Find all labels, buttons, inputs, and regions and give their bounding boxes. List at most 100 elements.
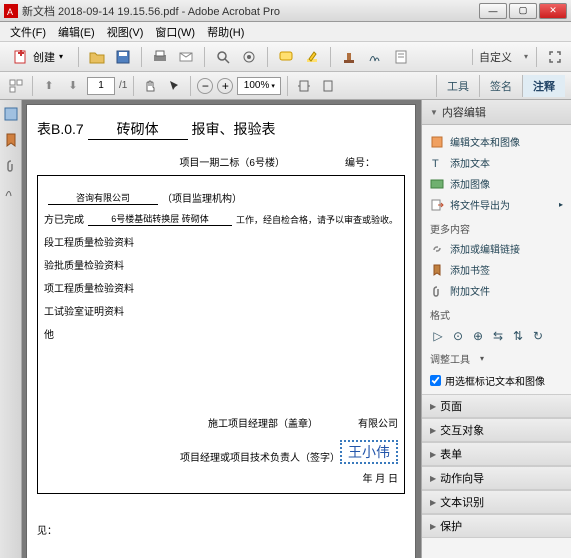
thumbnails-icon [9, 79, 23, 93]
sign-icon [367, 49, 383, 65]
section-content-edit[interactable]: ▼ 内容编辑 [422, 100, 571, 125]
tool-add-link[interactable]: 添加或编辑链接 [430, 238, 563, 259]
folder-icon [89, 49, 105, 65]
more-content-label: 更多内容 [430, 221, 563, 236]
chevron-right-icon: ▶ [430, 498, 436, 507]
bookmark-icon [430, 263, 444, 277]
menubar: 文件(F) 编辑(E) 视图(V) 窗口(W) 帮助(H) [0, 22, 571, 42]
tool-add-text[interactable]: T 添加文本 [430, 152, 563, 173]
fit-width-button[interactable] [294, 76, 314, 96]
thumbnails-button[interactable] [6, 76, 26, 96]
form-title: 表B.0.7 砖砌体 报审、报验表 [37, 119, 405, 140]
create-button[interactable]: 创建 ▾ [6, 46, 70, 68]
mark-checkbox[interactable]: 用选框标记文本和图像 [430, 373, 563, 388]
settings-button[interactable] [239, 47, 259, 67]
fullscreen-button[interactable] [545, 47, 565, 67]
email-button[interactable] [176, 47, 196, 67]
fit-page-button[interactable] [318, 76, 338, 96]
project-label: 项目一期二标（6号楼） [179, 154, 285, 169]
prev-page-button[interactable]: ⬆ [39, 76, 59, 96]
open-button[interactable] [87, 47, 107, 67]
tab-tools[interactable]: 工具 [436, 75, 479, 97]
signature-field[interactable]: 王小伟 [340, 440, 398, 464]
section-interaction[interactable]: ▶交互对象 [422, 418, 571, 442]
sidebar-thumbnails[interactable] [3, 106, 19, 122]
next-page-button[interactable]: ⬇ [63, 76, 83, 96]
stamp-button[interactable] [339, 47, 359, 67]
page-number-input[interactable] [87, 77, 115, 95]
sidebar-attachments[interactable] [3, 158, 19, 174]
format-label: 格式 [430, 307, 563, 322]
flip-v-icon[interactable]: ⇅ [510, 328, 526, 344]
section-action-guide[interactable]: ▶动作向导 [422, 466, 571, 490]
sidebar-bookmarks[interactable] [3, 132, 19, 148]
chevron-down-icon: ▾ [524, 52, 528, 61]
window-title: 新文档 2018-09-14 19.15.56.pdf - Adobe Acro… [22, 3, 479, 19]
section-protect[interactable]: ▶保护 [422, 514, 571, 538]
link-icon [430, 242, 444, 256]
sign-button[interactable] [365, 47, 385, 67]
export-icon [430, 198, 444, 212]
document-area[interactable]: 表B.0.7 砖砌体 报审、报验表 项目一期二标（6号楼） 编号： 咨询有限公司… [22, 100, 421, 558]
fit-page-icon [321, 79, 335, 93]
menu-file[interactable]: 文件(F) [4, 24, 52, 40]
adjust-tool[interactable]: 调整工具 ▾ [430, 348, 563, 369]
print-button[interactable] [150, 47, 170, 67]
zoom-level[interactable]: 100%▾ [237, 77, 281, 95]
tool-add-bookmark[interactable]: 添加书签 [430, 259, 563, 280]
menu-help[interactable]: 帮助(H) [201, 24, 250, 40]
close-button[interactable]: ✕ [539, 3, 567, 19]
tool-add-image[interactable]: 添加图像 [430, 173, 563, 194]
tool-attach-file[interactable]: 附加文件 [430, 280, 563, 301]
chevron-down-icon: ▼ [430, 108, 438, 117]
print-icon [152, 49, 168, 65]
chevron-right-icon: ▶ [430, 474, 436, 483]
align-left-icon[interactable]: ▷ [430, 328, 446, 344]
left-sidebar [0, 100, 22, 558]
pdf-page: 表B.0.7 砖砌体 报审、报验表 项目一期二标（6号楼） 编号： 咨询有限公司… [26, 104, 416, 558]
comment-button[interactable] [276, 47, 296, 67]
page-total: /1 [119, 80, 127, 91]
tab-sign[interactable]: 签名 [479, 75, 522, 97]
attach-icon [430, 284, 444, 298]
format-icons: ▷ ⊙ ⊕ ⇆ ⇅ ↻ [430, 324, 563, 348]
create-icon [13, 49, 29, 65]
menu-view[interactable]: 视图(V) [101, 24, 150, 40]
section-text-recognition[interactable]: ▶文本识别 [422, 490, 571, 514]
form-box: 咨询有限公司 （项目监理机构） 方已完成 6号楼基础转换层 砖砌体 工作，经自检… [37, 175, 405, 494]
zoom-in-button[interactable]: + [217, 78, 233, 94]
tab-comment[interactable]: 注释 [522, 75, 565, 97]
list-item: 工试验室证明资料 [44, 303, 398, 318]
zoom-out-button[interactable]: − [197, 78, 213, 94]
company-field: 咨询有限公司 [48, 191, 158, 205]
hand-tool-button[interactable] [140, 76, 160, 96]
sidebar-signatures[interactable] [3, 184, 19, 200]
maximize-button[interactable]: ▢ [509, 3, 537, 19]
align-right-icon[interactable]: ⊕ [470, 328, 486, 344]
flip-h-icon[interactable]: ⇆ [490, 328, 506, 344]
opinion-label: 见： [37, 522, 405, 537]
highlight-button[interactable] [302, 47, 322, 67]
checkbox-input[interactable] [430, 375, 441, 386]
menu-window[interactable]: 窗口(W) [149, 24, 201, 40]
svg-text:T: T [432, 158, 439, 170]
tool-export-file[interactable]: 将文件导出为 ▸ [430, 194, 563, 215]
right-panel: ▼ 内容编辑 编辑文本和图像 T 添加文本 添加图像 将文件导出为 ▸ 更多内容 [421, 100, 571, 558]
section-page[interactable]: ▶页面 [422, 394, 571, 418]
menu-edit[interactable]: 编辑(E) [52, 24, 101, 40]
cursor-icon [167, 79, 181, 93]
rotate-icon[interactable]: ↻ [530, 328, 546, 344]
main-toolbar: 创建 ▾ 自定义 ▾ [0, 42, 571, 72]
list-item: 段工程质量检验资料 [44, 234, 398, 249]
work-content-field: 6号楼基础转换层 砖砌体 [88, 212, 232, 226]
tool-edit-text-image[interactable]: 编辑文本和图像 [430, 131, 563, 152]
section-form[interactable]: ▶表单 [422, 442, 571, 466]
customize-button[interactable]: 自定义 [472, 49, 518, 65]
search-button[interactable] [213, 47, 233, 67]
select-tool-button[interactable] [164, 76, 184, 96]
save-button[interactable] [113, 47, 133, 67]
minimize-button[interactable]: — [479, 3, 507, 19]
date-field: 年 月 日 [44, 470, 398, 485]
align-center-icon[interactable]: ⊙ [450, 328, 466, 344]
form-button[interactable] [391, 47, 411, 67]
